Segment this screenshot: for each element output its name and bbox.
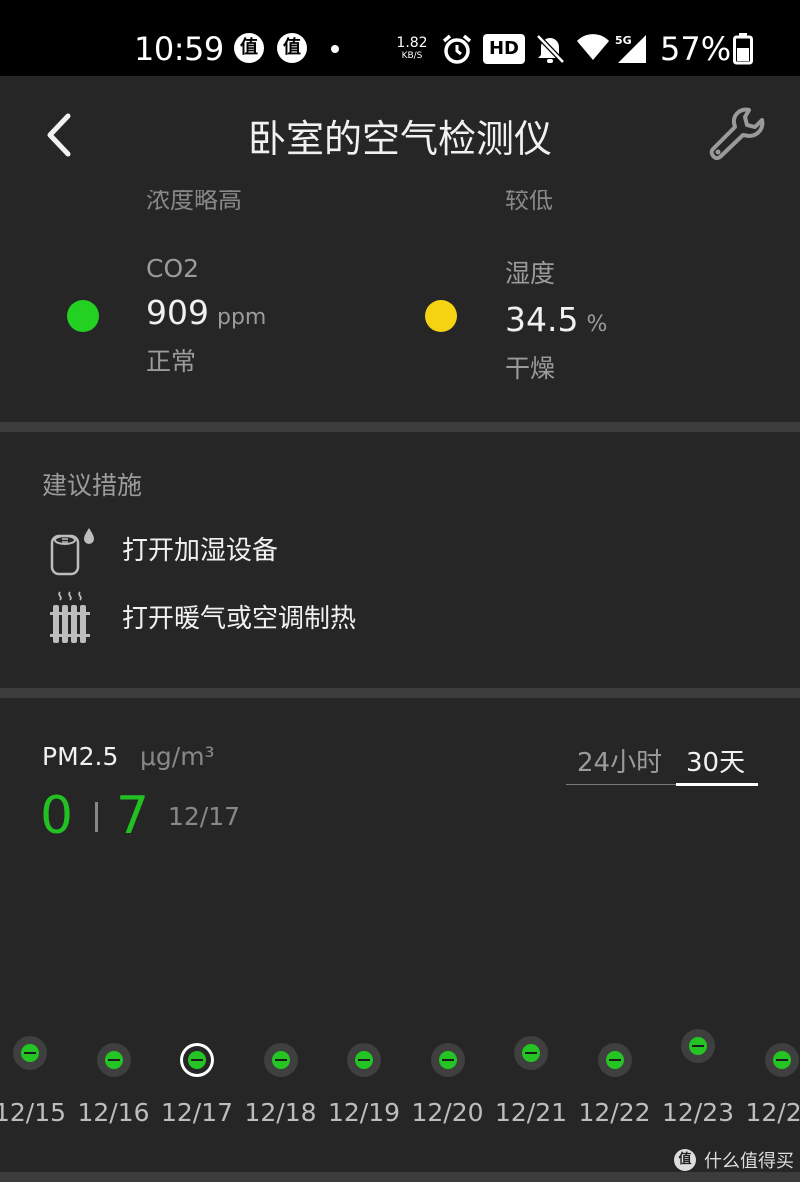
humidity-reading: 湿度 34.5% 干燥	[505, 254, 607, 385]
section-divider	[0, 422, 800, 432]
watermark-logo: 值	[674, 1149, 696, 1171]
humidity-label: 湿度	[505, 259, 556, 288]
notification-dot-icon	[331, 45, 339, 53]
settings-button[interactable]	[705, 106, 767, 168]
app-notification-badge: 值	[234, 33, 264, 63]
chart-date-label[interactable]: 12/15	[0, 1098, 66, 1127]
pm-status-label: 浓度略高	[146, 190, 242, 214]
chart-point-marker	[438, 1051, 457, 1069]
page-title: 卧室的空气检测仪	[247, 117, 552, 161]
section-divider	[0, 688, 800, 698]
battery-percent: 57%	[660, 30, 732, 68]
co2-value: 909	[146, 293, 209, 332]
co2-unit: ppm	[217, 305, 267, 330]
readings-panel: 浓度略高 较低 CO2 909 ppm 正常 湿度 34.5% 干燥	[0, 190, 800, 422]
humidity-unit: %	[586, 312, 608, 337]
chart-point[interactable]	[263, 1043, 298, 1077]
network-speed-unit: KB/S	[401, 51, 423, 61]
chart-point[interactable]	[347, 1043, 381, 1077]
chart-point[interactable]	[681, 1029, 715, 1063]
signal-icon	[618, 35, 646, 63]
watermark-text: 什么值得买	[704, 1151, 794, 1172]
chart-point[interactable]	[96, 1043, 131, 1077]
advice-title: 建议措施	[42, 471, 143, 500]
chart-point[interactable]	[13, 1036, 47, 1070]
app-header: 卧室的空气检测仪	[0, 76, 800, 190]
advice-item-label: 打开加湿设备	[122, 536, 279, 566]
co2-reading: CO2 909 ppm 正常	[146, 254, 266, 378]
chart-point-marker	[522, 1044, 540, 1062]
chart-point-marker	[355, 1051, 373, 1069]
chart-date-label[interactable]: 12/19	[328, 1098, 400, 1127]
chart-point-marker	[271, 1051, 290, 1069]
wifi-icon	[577, 34, 609, 60]
chart-point[interactable]	[514, 1036, 548, 1070]
advice-item-heat[interactable]: 打开暖气或空调制热	[42, 588, 742, 648]
humidity-status-dot	[425, 300, 457, 332]
mute-icon	[536, 34, 565, 64]
chart-date-label[interactable]: 12/16	[77, 1098, 149, 1127]
chart-date-label[interactable]: 12/24	[745, 1098, 800, 1127]
chart-point-marker	[21, 1044, 39, 1062]
chart-point-marker	[605, 1051, 624, 1069]
chart-date-label[interactable]: 12/20	[411, 1098, 483, 1127]
co2-status-dot	[67, 300, 99, 332]
advice-item-label: 打开暖气或空调制热	[122, 604, 357, 634]
pm25-panel: PM2.5 μg/m³ 0 7 12/17 24小时 30天 12/15 12/1…	[0, 698, 800, 1172]
bottom-divider	[0, 1172, 800, 1182]
humidity-value: 34.5	[505, 300, 579, 339]
co2-value-row: 909 ppm	[146, 293, 266, 332]
app-notification-badge: 值	[277, 33, 307, 63]
status-time: 10:59	[134, 30, 224, 68]
network-speed: 1.82 KB/S	[394, 36, 430, 61]
chart-date-label[interactable]: 12/21	[495, 1098, 567, 1127]
chart-point[interactable]	[180, 1043, 214, 1077]
chart-point-marker	[689, 1037, 707, 1055]
chart-point[interactable]	[764, 1043, 799, 1077]
chart-point-marker	[188, 1051, 206, 1069]
co2-label: CO2	[146, 254, 200, 283]
battery-icon	[733, 33, 753, 65]
humidifier-icon	[50, 528, 94, 576]
chart-date-label[interactable]: 12/22	[578, 1098, 650, 1127]
co2-state: 正常	[146, 347, 197, 376]
pm25-chart: 12/15 12/16 12/17 12/18 12/19 12/20 12/21 12/22…	[0, 698, 800, 1172]
humidity-state: 干燥	[505, 354, 556, 383]
heater-icon	[50, 591, 90, 643]
chart-date-label[interactable]: 12/23	[662, 1098, 734, 1127]
wrench-icon	[709, 107, 765, 160]
advice-section: 建议措施 打开加湿设备 打开暖气或空调制热	[0, 432, 800, 688]
chart-point[interactable]	[430, 1043, 465, 1077]
chart-point-marker	[772, 1051, 791, 1069]
hd-voice-badge: HD	[483, 34, 525, 64]
chart-date-label[interactable]: 12/18	[244, 1098, 316, 1127]
humidity-value-row: 34.5%	[505, 300, 607, 339]
chart-date-label[interactable]: 12/17	[161, 1098, 233, 1127]
status-bar: 10:59 值 值 1.82 KB/S HD 5G 57%	[0, 0, 800, 76]
network-speed-value: 1.82	[396, 35, 428, 51]
tvoc-status-label: 较低	[505, 190, 553, 214]
chart-point-marker	[104, 1051, 123, 1069]
advice-item-humidify[interactable]: 打开加湿设备	[42, 520, 742, 580]
chart-point[interactable]	[597, 1043, 632, 1077]
alarm-icon	[442, 34, 472, 64]
